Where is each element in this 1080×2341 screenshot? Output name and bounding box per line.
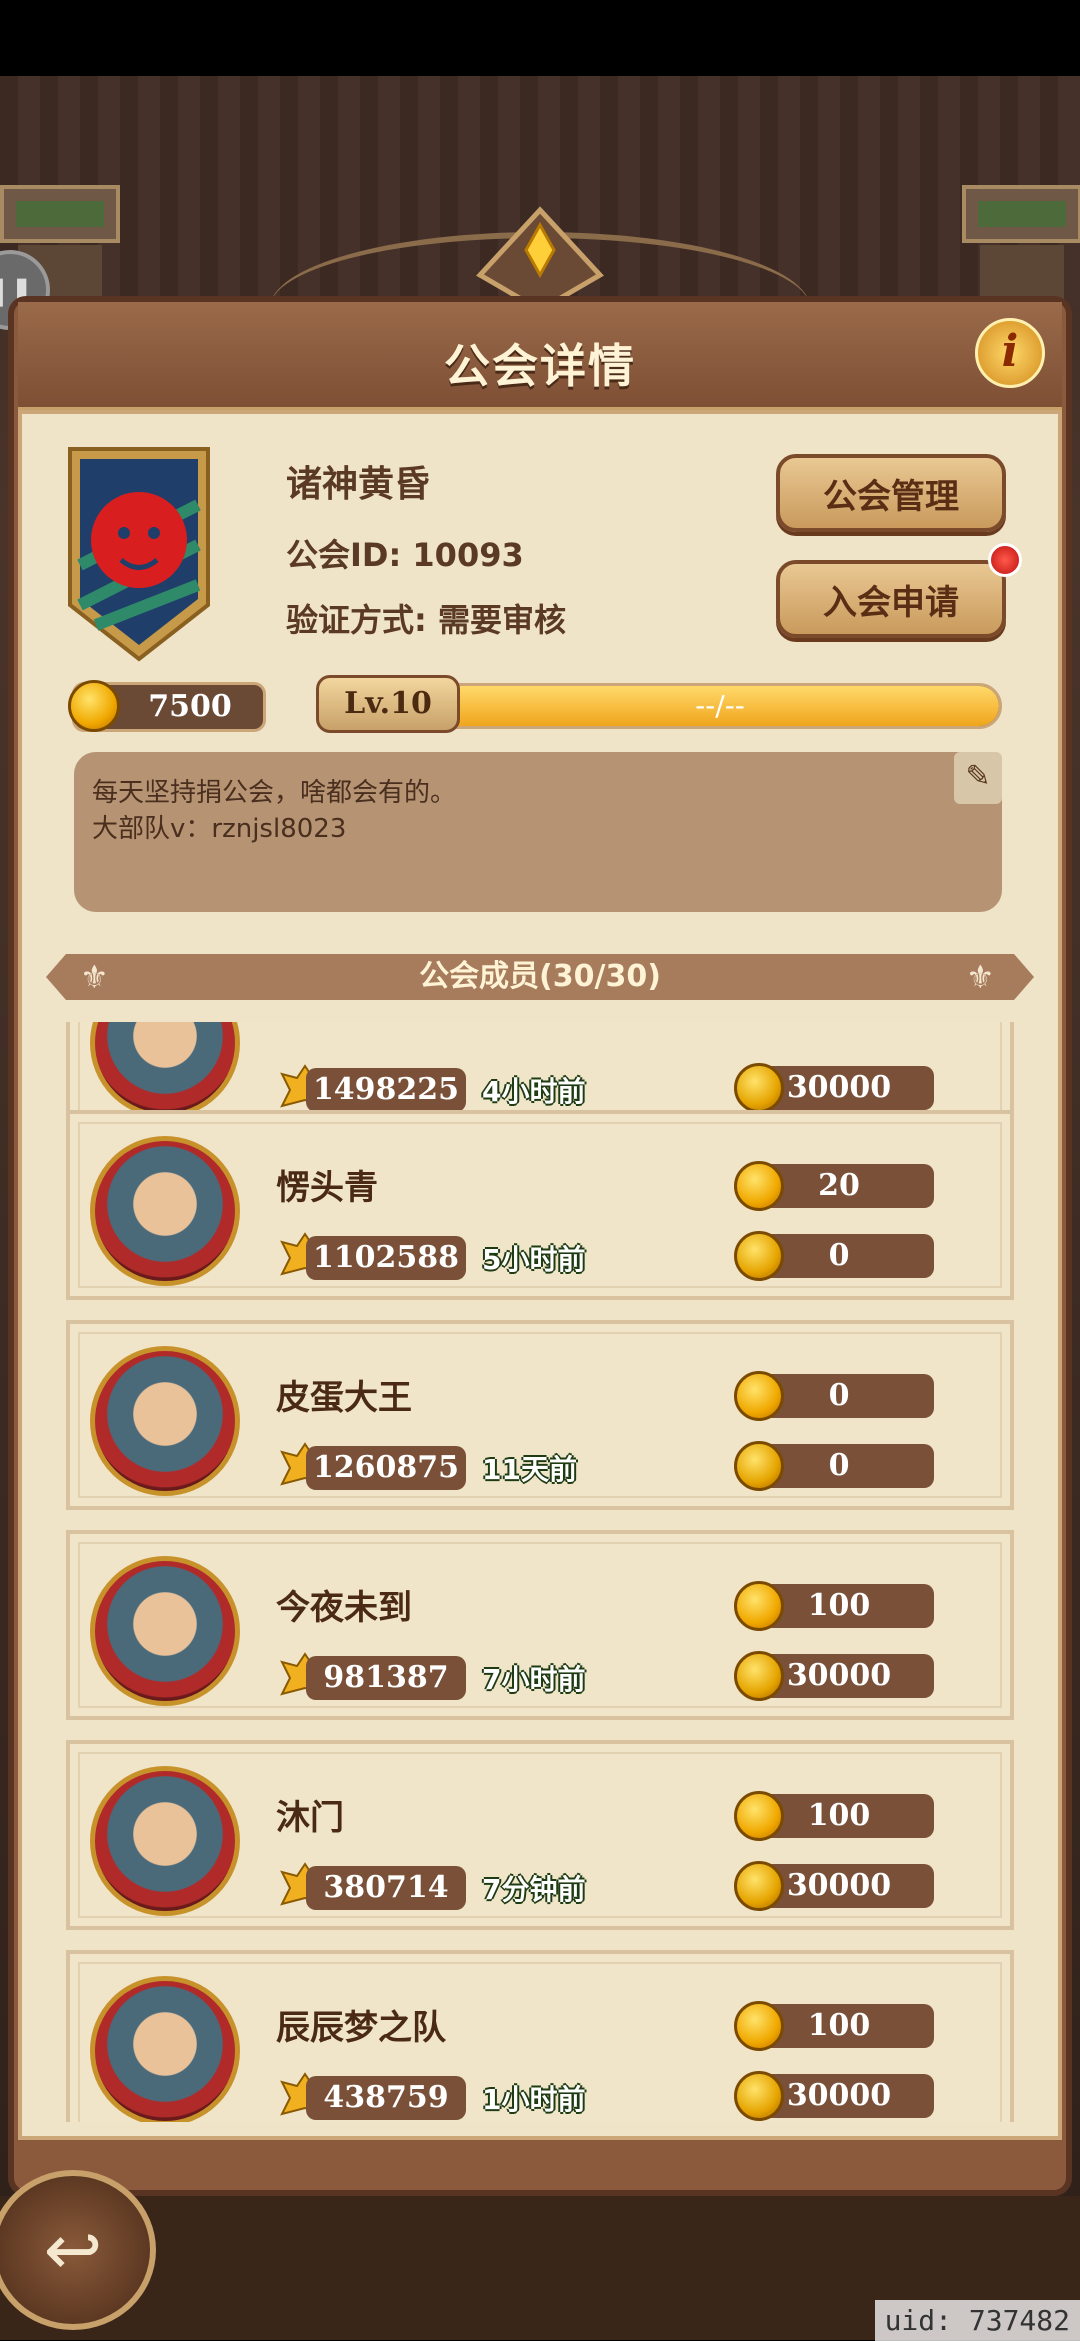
member-last-online: 5小时前 <box>482 1243 586 1276</box>
contribution-coin-icon <box>734 1063 784 1113</box>
member-power: 1498225 <box>306 1068 466 1112</box>
contribution-coin-icon <box>734 1441 784 1491</box>
guild-emblem-lion-icon <box>68 447 210 662</box>
coin-icon <box>734 2001 784 2051</box>
page-title: 公会详情 <box>444 339 636 393</box>
coin-icon <box>734 1581 784 1631</box>
member-power: 1260875 <box>306 1446 466 1490</box>
guild-manage-button[interactable]: 公会管理 <box>776 454 1006 532</box>
member-power: 1102588 <box>306 1236 466 1280</box>
member-name: 今夜未到 <box>276 1588 412 1628</box>
member-name: 皮蛋大王 <box>276 1378 412 1418</box>
contribution-coin-icon <box>734 1861 784 1911</box>
member-row[interactable]: 辰辰梦之队 438759 1小时前 100 30000 <box>66 1950 1014 2122</box>
guild-exp-text: --/-- <box>695 689 745 722</box>
guild-verify-mode: 验证方式: 需要审核 <box>286 601 566 639</box>
guild-notice-line: 大部队v：rznjsl8023 <box>92 814 347 844</box>
coin-icon <box>734 1791 784 1841</box>
member-last-online: 4小时前 <box>482 1075 586 1108</box>
guild-name: 诸神黄昏 <box>286 464 431 505</box>
member-last-online: 7小时前 <box>482 1663 586 1696</box>
guild-id: 公会ID: 10093 <box>286 536 524 574</box>
guild-funds-value: 7500 <box>148 689 232 724</box>
member-row[interactable]: 愣头青 1102588 5小时前 20 0 <box>66 1110 1014 1300</box>
member-avatar <box>90 1346 240 1496</box>
member-last-online: 11天前 <box>482 1453 577 1486</box>
right-pillar-decoration <box>962 185 1080 305</box>
member-last-online: 1小时前 <box>482 2083 586 2116</box>
guild-notice-line: 每天坚持捐公会，啥都会有的。 <box>92 778 457 808</box>
status-bar <box>0 0 1080 76</box>
member-last-online: 7分钟前 <box>482 1873 586 1906</box>
member-power: 981387 <box>306 1656 466 1700</box>
contribution-coin-icon <box>734 2071 784 2121</box>
guild-level-badge: Lv.10 <box>316 675 460 733</box>
members-title: 公会成员(30/30) <box>419 959 661 994</box>
coin-icon <box>68 680 120 732</box>
member-avatar <box>90 1976 240 2122</box>
member-power: 438759 <box>306 2076 466 2120</box>
notification-dot <box>988 543 1022 577</box>
coin-icon <box>734 1161 784 1211</box>
member-name: 辰辰梦之队 <box>276 2008 446 2048</box>
member-row[interactable]: 今夜未到 981387 7小时前 100 30000 <box>66 1530 1014 1720</box>
join-requests-button[interactable]: 入会申请 <box>776 560 1006 638</box>
member-row[interactable]: 沐门 380714 7分钟前 100 30000 <box>66 1740 1014 1930</box>
member-avatar <box>90 1556 240 1706</box>
coin-icon <box>734 1371 784 1421</box>
info-icon[interactable]: i <box>975 318 1045 388</box>
member-name: 愣头青 <box>276 1168 378 1208</box>
member-name: 沐门 <box>276 1798 344 1838</box>
member-power: 380714 <box>306 1866 466 1910</box>
member-avatar <box>90 1022 240 1118</box>
contribution-coin-icon <box>734 1651 784 1701</box>
contribution-coin-icon <box>734 1231 784 1281</box>
member-avatar <box>90 1766 240 1916</box>
quill-edit-icon[interactable]: ✎ <box>954 752 1002 804</box>
member-avatar <box>90 1136 240 1286</box>
uid-label: uid: 737482 <box>874 2300 1080 2341</box>
member-list[interactable]: 1498225 4小时前 30000 愣头青 1102588 5小时前 20 0… <box>60 1022 1022 2122</box>
member-row[interactable]: 皮蛋大王 1260875 11天前 0 0 <box>66 1320 1014 1510</box>
